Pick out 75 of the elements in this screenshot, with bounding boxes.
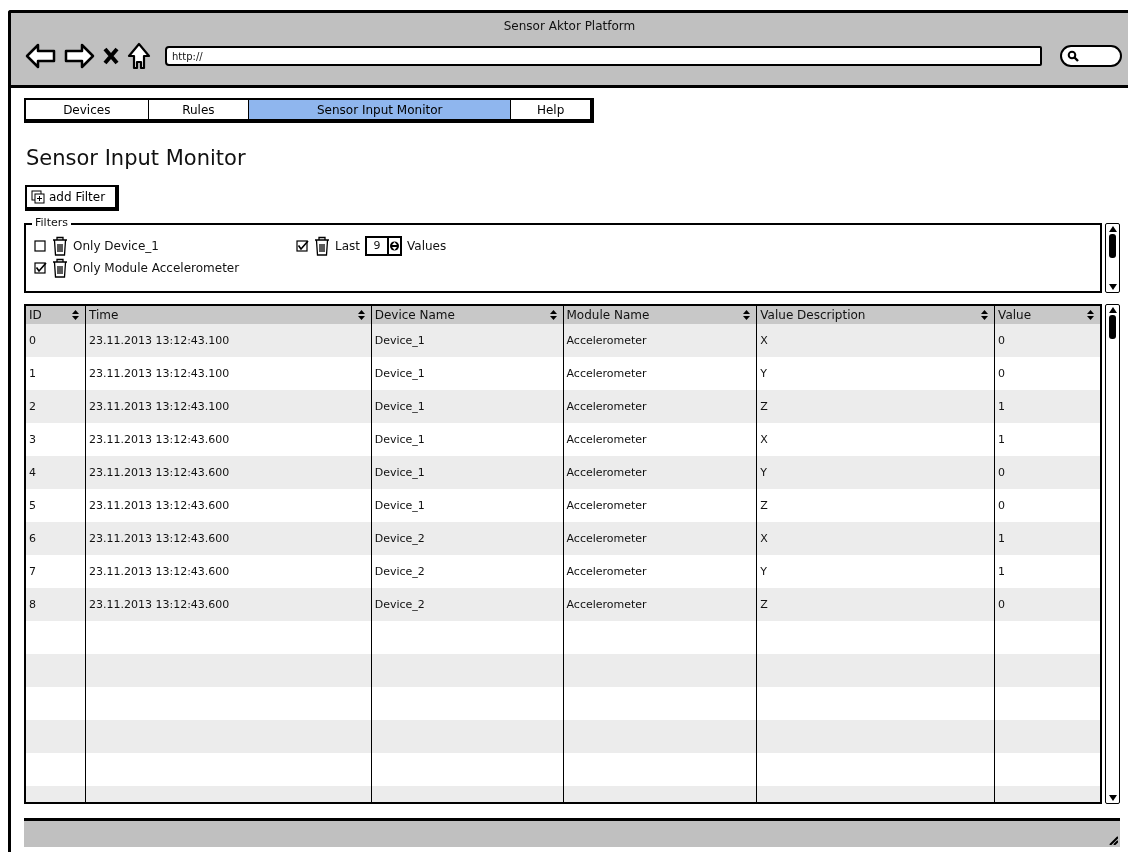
add-icon [31, 190, 45, 204]
scroll-thumb[interactable] [1109, 315, 1116, 339]
table-cell: Accelerometer [563, 588, 758, 621]
resize-grip-icon[interactable] [1108, 835, 1118, 845]
table-cell: 23.11.2013 13:12:43.100 [85, 390, 372, 423]
close-icon[interactable] [103, 47, 119, 65]
window-title: Sensor Aktor Platform [503, 18, 636, 33]
table-cell: 8 [26, 588, 86, 621]
scroll-down-icon[interactable] [1108, 795, 1117, 801]
checkbox[interactable] [34, 239, 47, 253]
table-cell-text: 0 [997, 333, 1007, 349]
scroll-up-icon[interactable] [1108, 226, 1117, 232]
back-icon[interactable] [25, 43, 56, 69]
table-cell-text: 1 [997, 531, 1007, 547]
sort-icon [549, 310, 557, 320]
filter-label: Only Module Accelerometer [73, 261, 240, 275]
tab[interactable]: Sensor Input Monitor [249, 100, 512, 119]
table-cell: 4 [26, 456, 86, 489]
filter-label: Last [335, 239, 360, 253]
table-cell: X [757, 324, 996, 357]
table-cell-text: 0 [997, 366, 1007, 382]
trash-icon[interactable] [52, 236, 68, 256]
scroll-down-icon[interactable] [1108, 284, 1117, 290]
table-cell-text: 0 [997, 498, 1007, 514]
table-cell: X [757, 522, 996, 555]
table-cell: Accelerometer [563, 456, 758, 489]
url-field[interactable]: http:// [165, 46, 1042, 66]
stepper-arrows-icon[interactable] [390, 239, 399, 253]
table-cell: 23.11.2013 13:12:43.600 [85, 456, 372, 489]
table-cell: Z [757, 588, 996, 621]
sort-icon [743, 310, 751, 320]
add-filter-button[interactable]: add Filter [25, 185, 120, 211]
filters-legend: Filters [32, 216, 71, 229]
table-cell: Z [757, 390, 996, 423]
table-cell: Accelerometer [563, 390, 758, 423]
home-icon[interactable] [127, 42, 151, 70]
table-cell-text: 1 [997, 564, 1007, 580]
page-title: Sensor Input Monitor [26, 145, 247, 171]
table-cell: 23.11.2013 13:12:43.600 [85, 522, 372, 555]
number-stepper[interactable]: 9 [365, 236, 402, 256]
sort-icon [981, 310, 989, 320]
sort-icon [1087, 310, 1094, 320]
table-cell: Device_1 [371, 324, 564, 357]
table-cell-text: 1 [997, 399, 1007, 415]
table-cell: Accelerometer [563, 324, 758, 357]
filter-label: Only Device_1 [73, 239, 159, 253]
table-cell: 23.11.2013 13:12:43.100 [85, 324, 372, 357]
search-field[interactable] [1060, 45, 1122, 67]
sort-icon [71, 310, 79, 320]
trash-icon[interactable] [52, 258, 68, 278]
table-cell: 6 [26, 522, 86, 555]
search-icon [1067, 50, 1079, 62]
scroll-up-icon[interactable] [1108, 307, 1117, 313]
checkbox[interactable] [296, 239, 309, 253]
table-cell: Device_1 [371, 390, 564, 423]
column-header[interactable]: Value [995, 306, 1100, 324]
table-cell: Device_2 [371, 588, 564, 621]
table-cell: Device_2 [371, 522, 564, 555]
forward-icon[interactable] [64, 43, 95, 69]
table-cell-text: 1 [997, 432, 1007, 448]
sort-icon [357, 310, 365, 320]
trash-icon[interactable] [314, 236, 330, 256]
table-cell: Device_1 [371, 456, 564, 489]
filter-label: Values [407, 239, 447, 253]
table-cell: 23.11.2013 13:12:43.600 [85, 588, 372, 621]
table-cell: 0 [26, 324, 86, 357]
table-cell: Accelerometer [563, 522, 758, 555]
table-cell: Y [757, 456, 996, 489]
checkbox[interactable] [34, 261, 47, 275]
table-cell: 2 [26, 390, 86, 423]
scroll-thumb[interactable] [1109, 234, 1116, 258]
scrollbar[interactable] [1105, 304, 1120, 804]
table-cell-text: 0 [997, 465, 1007, 481]
scrollbar[interactable] [1105, 223, 1120, 293]
table-cell-text: 0 [997, 597, 1007, 613]
